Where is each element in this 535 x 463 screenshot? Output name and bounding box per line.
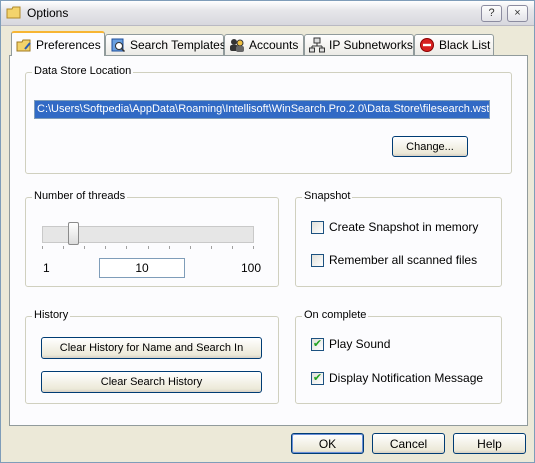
group-label: Number of threads (32, 190, 128, 202)
display-notification-checkbox[interactable]: ✔ Display Notification Message (311, 371, 483, 385)
window-title: Options (27, 6, 69, 20)
group-label: On complete (302, 309, 369, 321)
play-sound-checkbox[interactable]: ✔ Play Sound (311, 337, 390, 351)
slider-tick (105, 246, 106, 249)
group-label: Data Store Location (32, 65, 134, 77)
group-label: History (32, 309, 71, 321)
checkbox-label: Display Notification Message (329, 371, 484, 385)
threads-value-input[interactable]: 10 (99, 258, 185, 278)
data-store-group: Data Store Location C:\Users\Softpedia\A… (25, 65, 512, 174)
preferences-panel: Data Store Location C:\Users\Softpedia\A… (9, 55, 528, 426)
help-title-button[interactable]: ? (481, 5, 502, 22)
cancel-button[interactable]: Cancel (372, 433, 445, 454)
slider-tick (148, 246, 149, 249)
checkbox-label: Remember all scanned files (329, 253, 478, 267)
tab-ip-subnetworks[interactable]: IP Subnetworks (304, 34, 414, 55)
network-icon (309, 37, 325, 53)
slider-tick (126, 246, 127, 249)
checkbox-box[interactable]: ✔ (311, 371, 324, 385)
tab-label: Accounts (249, 38, 299, 52)
checkbox-box[interactable] (311, 253, 324, 267)
slider-max-label: 100 (241, 261, 262, 275)
folder-pencil-icon (16, 37, 32, 53)
users-icon (229, 37, 245, 53)
slider-min-label: 1 (43, 261, 50, 275)
create-snapshot-checkbox[interactable]: Create Snapshot in memory (311, 220, 478, 234)
tab-preferences[interactable]: Preferences (11, 31, 105, 56)
tab-search-templates[interactable]: Search Templates (105, 34, 226, 55)
data-store-path-input[interactable]: C:\Users\Softpedia\AppData\Roaming\Intel… (34, 100, 490, 119)
title-bar: Options ? × (1, 1, 534, 26)
slider-ticks (42, 246, 254, 250)
change-button[interactable]: Change... (392, 136, 468, 157)
history-group: History Clear History for Name and Searc… (25, 309, 279, 404)
tab-label: Search Templates (130, 38, 226, 52)
slider-tick (232, 246, 233, 249)
threads-group: Number of threads 1 10 100 (25, 190, 279, 287)
checkbox-label: Play Sound (329, 337, 391, 351)
threads-slider-thumb[interactable] (68, 222, 79, 245)
checkbox-label: Create Snapshot in memory (329, 220, 479, 234)
checkbox-box[interactable]: ✔ (311, 337, 324, 351)
folder-icon (6, 6, 22, 20)
on-complete-group: On complete ✔ Play Sound ✔ Display Notif… (295, 309, 502, 404)
slider-tick (42, 246, 43, 249)
help-button[interactable]: Help (453, 433, 526, 454)
tab-label: Black List (439, 38, 491, 52)
checkbox-box[interactable] (311, 220, 324, 234)
stop-icon (419, 37, 435, 53)
slider-tick (253, 246, 254, 249)
clear-search-history-button[interactable]: Clear Search History (41, 371, 262, 393)
snapshot-group: Snapshot Create Snapshot in memory Remem… (295, 190, 502, 287)
slider-tick (190, 246, 191, 249)
templates-icon (110, 37, 126, 53)
tab-label: Preferences (36, 37, 101, 52)
options-window: Options ? × Preferences Search Templates… (0, 0, 535, 463)
slider-tick (211, 246, 212, 249)
group-label: Snapshot (302, 190, 353, 202)
tab-label: IP Subnetworks (329, 38, 413, 52)
clear-name-history-button[interactable]: Clear History for Name and Search In (41, 337, 262, 359)
remember-scanned-checkbox[interactable]: Remember all scanned files (311, 253, 477, 267)
ok-button[interactable]: OK (291, 433, 364, 454)
close-title-button[interactable]: × (507, 5, 528, 22)
slider-tick (84, 246, 85, 249)
tab-black-list[interactable]: Black List (414, 34, 494, 55)
slider-tick (169, 246, 170, 249)
tab-accounts[interactable]: Accounts (224, 34, 304, 55)
slider-tick (63, 246, 64, 249)
